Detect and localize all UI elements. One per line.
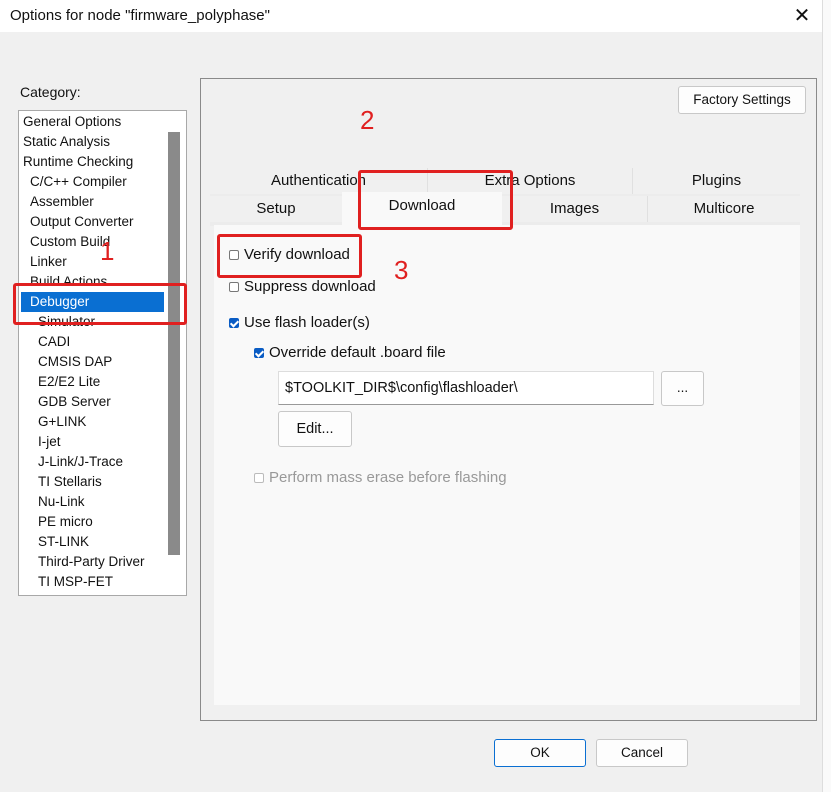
category-item-e2-e2-lite[interactable]: E2/E2 Lite [38,372,100,392]
checkbox-checked-icon [254,347,264,358]
annotation-box-1 [13,283,187,325]
mass-erase-checkbox[interactable]: Perform mass erase before flashing [254,469,507,486]
category-item-static-analysis[interactable]: Static Analysis [23,132,110,152]
download-panel [214,225,800,705]
tab-plugins[interactable]: Plugins [632,168,800,194]
category-item-cmsis-dap[interactable]: CMSIS DAP [38,352,112,372]
category-item-ti-stellaris[interactable]: TI Stellaris [38,472,102,492]
category-item-g-link[interactable]: G+LINK [38,412,86,432]
category-list[interactable]: General Options Static Analysis Runtime Ch… [18,110,187,596]
category-item-general-options[interactable]: General Options [23,112,121,132]
board-file-path-input[interactable]: $TOOLKIT_DIR$\config\flashloader\ [278,371,654,405]
annotation-box-3 [217,234,362,278]
category-item-st-link[interactable]: ST-LINK [38,532,89,552]
tab-images[interactable]: Images [502,196,647,222]
category-item-pe-micro[interactable]: PE micro [38,512,93,532]
browse-button[interactable]: ... [661,371,704,406]
use-flash-loader-label: Use flash loader(s) [244,314,370,331]
ok-button[interactable]: OK [494,739,586,767]
tab-setup[interactable]: Setup [210,196,342,222]
annotation-number-1: 1 [100,236,115,266]
suppress-download-label: Suppress download [244,278,376,295]
category-item-ti-msp-fet[interactable]: TI MSP-FET [38,572,113,592]
category-item-i-jet[interactable]: I-jet [38,432,61,452]
tab-multicore[interactable]: Multicore [647,196,800,222]
window-title: Options for node "firmware_polyphase" [10,7,270,24]
override-board-file-label: Override default .board file [269,344,446,361]
annotation-number-2: 2 [360,105,375,135]
annotation-number-3: 3 [394,255,409,285]
category-item-assembler[interactable]: Assembler [30,192,94,212]
annotation-box-2 [358,170,513,230]
category-scrollbar[interactable] [168,132,180,555]
checkbox-icon [229,281,239,292]
mass-erase-label: Perform mass erase before flashing [269,469,507,486]
category-item-third-party-driver[interactable]: Third-Party Driver [38,552,145,572]
title-bar: Options for node "firmware_polyphase" ✕ [0,0,822,32]
category-item-cadi[interactable]: CADI [38,332,70,352]
category-item-gdb-server[interactable]: GDB Server [38,392,111,412]
use-flash-loader-checkbox[interactable]: Use flash loader(s) [229,314,370,331]
cancel-button[interactable]: Cancel [596,739,688,767]
category-item-custom-build[interactable]: Custom Build [30,232,110,252]
category-item-nu-link[interactable]: Nu-Link [38,492,85,512]
category-item-j-link-j-trace[interactable]: J-Link/J-Trace [38,452,123,472]
category-item-runtime-checking[interactable]: Runtime Checking [23,152,133,172]
background-window-edge [822,0,831,792]
suppress-download-checkbox[interactable]: Suppress download [229,278,376,295]
category-item-c-c-compiler[interactable]: C/C++ Compiler [30,172,127,192]
category-item-linker[interactable]: Linker [30,252,67,272]
checkbox-icon [254,472,264,483]
edit-button[interactable]: Edit... [278,411,352,447]
factory-settings-button[interactable]: Factory Settings [678,86,806,114]
override-board-file-checkbox[interactable]: Override default .board file [254,344,446,361]
close-icon[interactable]: ✕ [790,3,814,28]
category-item-output-converter[interactable]: Output Converter [30,212,134,232]
category-label: Category: [20,84,81,100]
checkbox-checked-icon [229,317,239,328]
